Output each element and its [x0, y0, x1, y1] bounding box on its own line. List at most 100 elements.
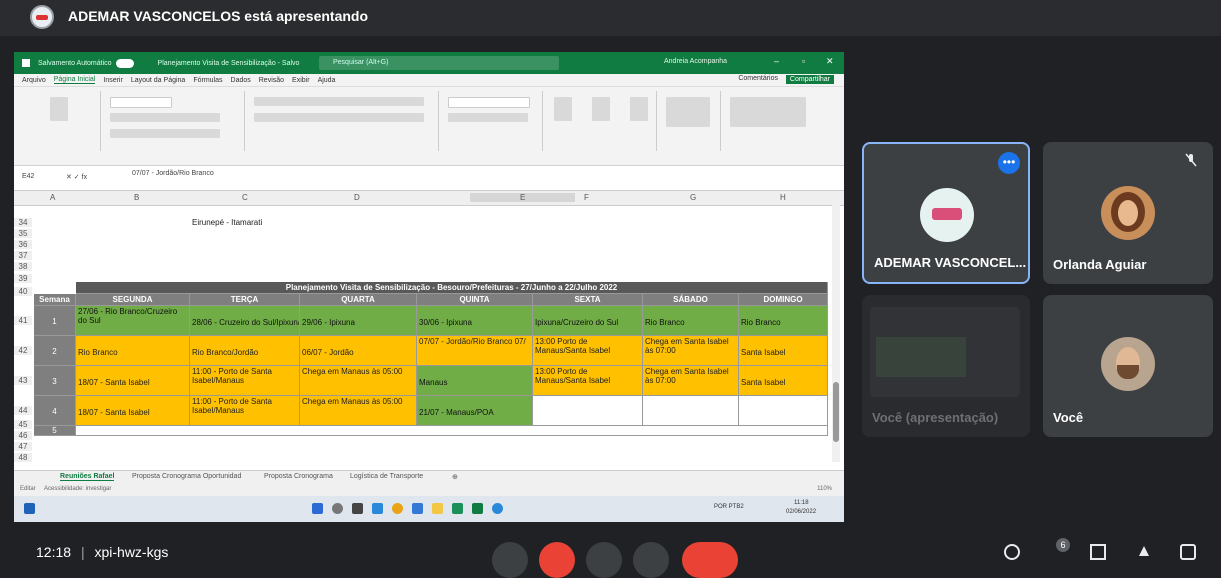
number-tools[interactable]: [448, 113, 528, 122]
cell-e42[interactable]: 07/07 - Jordão/Rio Branco 07/: [417, 336, 533, 366]
participant-tile-self-presentation[interactable]: Você (apresentação): [862, 295, 1030, 437]
row-36[interactable]: 36: [14, 240, 32, 249]
format-table-icon[interactable]: [592, 97, 610, 121]
week-1[interactable]: 1: [34, 306, 76, 336]
cell-f41[interactable]: Ipixuna/Cruzeiro do Sul: [533, 306, 643, 336]
header-semana[interactable]: Semana: [34, 294, 76, 306]
cell-d44[interactable]: Chega em Manaus às 05:00: [300, 396, 417, 426]
browser-icon[interactable]: [492, 503, 503, 514]
cell-h41[interactable]: Rio Branco: [739, 306, 828, 336]
chat-icon[interactable]: [1090, 544, 1106, 560]
row-39[interactable]: 39: [14, 274, 32, 283]
formula-input[interactable]: 07/07 - Jordão/Rio Branco: [132, 170, 214, 177]
cell-b44[interactable]: 18/07 - Santa Isabel: [76, 396, 190, 426]
row-37[interactable]: 37: [14, 251, 32, 260]
menu-arquivo[interactable]: Arquivo: [22, 77, 46, 84]
col-d[interactable]: D: [354, 193, 360, 202]
conditional-format-icon[interactable]: [554, 97, 572, 121]
search-icon[interactable]: [332, 503, 343, 514]
taskbar-date[interactable]: 02/06/2022: [786, 509, 816, 515]
zoom-level[interactable]: 110%: [817, 486, 832, 492]
edge-icon[interactable]: [372, 503, 383, 514]
camera-off-button[interactable]: [539, 542, 575, 578]
sheet-tab-proposta-oportunidad[interactable]: Proposta Cronograma Oportunidad: [132, 473, 241, 480]
row-41[interactable]: 41: [14, 316, 32, 325]
menu-ajuda[interactable]: Ajuda: [318, 77, 336, 84]
chrome-icon[interactable]: [392, 503, 403, 514]
task-view-icon[interactable]: [352, 503, 363, 514]
search-input[interactable]: Pesquisar (Alt+G): [319, 56, 559, 70]
menu-revisao[interactable]: Revisão: [259, 77, 284, 84]
week-2[interactable]: 2: [34, 336, 76, 366]
merge-tools[interactable]: [254, 113, 424, 122]
participant-tile-orlanda[interactable]: Orlanda Aguiar: [1043, 142, 1213, 284]
cell-e41[interactable]: 30/06 - Ipixuna: [417, 306, 533, 336]
comments-button[interactable]: Comentários: [738, 75, 778, 82]
present-button[interactable]: [586, 542, 622, 578]
col-f[interactable]: F: [584, 193, 589, 202]
cell-e43[interactable]: Manaus: [417, 366, 533, 396]
cell-h43[interactable]: Santa Isabel: [739, 366, 828, 396]
sheet-tab-reunioes[interactable]: Reuniões Rafael: [60, 473, 115, 481]
cell-h42[interactable]: Santa Isabel: [739, 336, 828, 366]
header-segunda[interactable]: SEGUNDA: [76, 294, 190, 306]
col-h[interactable]: H: [780, 193, 786, 202]
mic-button[interactable]: [492, 542, 528, 578]
cell-b41[interactable]: 27/06 - Rio Branco/Cruzeiro do Sul: [76, 306, 190, 336]
week-4[interactable]: 4: [34, 396, 76, 426]
row-40[interactable]: 40: [14, 287, 32, 296]
cell-g43[interactable]: Chega em Santa Isabel às 07:00: [643, 366, 739, 396]
cell-g44[interactable]: [643, 396, 739, 426]
col-a[interactable]: A: [50, 193, 55, 202]
explorer-icon[interactable]: [432, 503, 443, 514]
activities-icon[interactable]: [1136, 544, 1152, 560]
menu-exibir[interactable]: Exibir: [292, 77, 310, 84]
start-icon[interactable]: [312, 503, 323, 514]
table-title[interactable]: Planejamento Visita de Sensibilização - …: [76, 282, 828, 294]
taskbar-lang[interactable]: POR PTB2: [714, 504, 744, 510]
more-options-icon[interactable]: •••: [998, 152, 1020, 174]
cell-g42[interactable]: Chega em Santa Isabel às 07:00: [643, 336, 739, 366]
row-34[interactable]: 34: [14, 218, 32, 227]
header-quarta[interactable]: QUARTA: [300, 294, 417, 306]
status-accessibility[interactable]: Acessibilidade: investigar: [44, 486, 111, 492]
cell-b42[interactable]: Rio Branco: [76, 336, 190, 366]
cell-f44[interactable]: [533, 396, 643, 426]
cell-c43[interactable]: 11:00 - Porto de Santa Isabel/Manaus: [190, 366, 300, 396]
vertical-scrollbar[interactable]: [832, 202, 840, 462]
week-5[interactable]: 5: [34, 426, 76, 436]
font-colors[interactable]: [110, 129, 220, 138]
add-sheet-icon[interactable]: ⊕: [452, 473, 458, 481]
col-b[interactable]: B: [134, 193, 139, 202]
cell-e44[interactable]: 21/07 - Manaus/POA: [417, 396, 533, 426]
col-e[interactable]: E: [470, 193, 576, 202]
menu-pagina-inicial[interactable]: Página Inicial: [53, 76, 96, 84]
number-format[interactable]: [448, 97, 530, 108]
header-quinta[interactable]: QUINTA: [417, 294, 533, 306]
row-48[interactable]: 48: [14, 453, 32, 462]
row-47[interactable]: 47: [14, 442, 32, 451]
header-domingo[interactable]: DOMINGO: [739, 294, 828, 306]
sheet-tab-logistica[interactable]: Logística de Transporte: [350, 473, 423, 480]
name-box[interactable]: E42: [22, 173, 34, 180]
row-46[interactable]: 46: [14, 431, 32, 440]
row-35[interactable]: 35: [14, 229, 32, 238]
header-sexta[interactable]: SEXTA: [533, 294, 643, 306]
menu-inserir[interactable]: Inserir: [103, 77, 122, 84]
teams-icon[interactable]: [452, 503, 463, 514]
info-icon[interactable]: [1004, 544, 1020, 560]
col-c[interactable]: C: [242, 193, 248, 202]
end-call-button[interactable]: [682, 542, 738, 578]
row-38[interactable]: 38: [14, 262, 32, 271]
cell-d41[interactable]: 29/06 - Ipixuna: [300, 306, 417, 336]
store-icon[interactable]: [412, 503, 423, 514]
menu-layout[interactable]: Layout da Página: [131, 77, 186, 84]
font-tools[interactable]: [110, 113, 220, 122]
spreadsheet-grid[interactable]: 34 35 36 37 38 39 40 41 42 43 44 45 46 4…: [14, 218, 844, 462]
people-icon[interactable]: 6: [1046, 538, 1070, 560]
sheet-tab-proposta[interactable]: Proposta Cronograma: [264, 473, 333, 480]
cell-c34[interactable]: Eirunepé - Itamarati: [192, 218, 262, 227]
taskbar-time[interactable]: 11:18: [794, 500, 809, 506]
row-43[interactable]: 43: [14, 376, 32, 385]
font-select[interactable]: [110, 97, 172, 108]
